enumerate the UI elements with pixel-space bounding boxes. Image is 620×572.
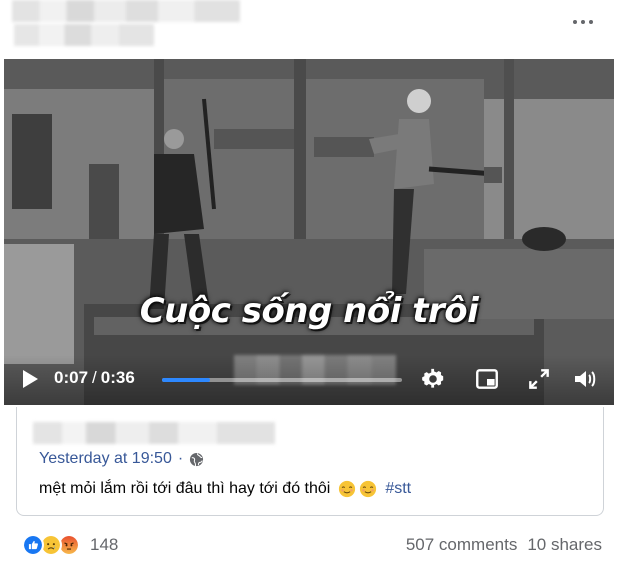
- video-overlay-title: Cuộc sống nổi trôi: [139, 291, 479, 331]
- relieved-emoji-icon: [360, 480, 377, 498]
- post-header: [0, 0, 620, 58]
- comments-link[interactable]: 507 comments: [406, 535, 518, 555]
- miniplayer-icon[interactable]: [474, 366, 500, 392]
- shared-post-body: mệt mỏi lắm rồi tới đâu thì hay tới đó t…: [39, 480, 411, 498]
- video-player[interactable]: Cuộc sống nổi trôi 0:07/0:36: [4, 59, 614, 405]
- video-time: 0:07/0:36: [54, 368, 135, 388]
- shared-post-text: mệt mỏi lắm rồi tới đâu thì hay tới đó t…: [39, 480, 331, 497]
- progress-fill: [162, 378, 210, 382]
- hashtag-link[interactable]: #stt: [385, 480, 411, 498]
- progress-bar[interactable]: [162, 378, 402, 382]
- duration: 0:36: [100, 368, 135, 387]
- video-frame: [4, 59, 614, 405]
- shared-post-card[interactable]: Yesterday at 19:50 · mệt mỏi lắm rồi tới…: [16, 407, 604, 516]
- shares-link[interactable]: 10 shares: [527, 535, 602, 555]
- gear-icon[interactable]: [420, 366, 446, 392]
- globe-icon: [190, 452, 204, 466]
- blurred-post-meta: [14, 24, 154, 46]
- blurred-shared-author: [33, 422, 275, 444]
- reactions-summary[interactable]: 148: [22, 533, 118, 557]
- post-footer: 148 507 comments 10 shares: [0, 528, 620, 562]
- shared-post-meta: Yesterday at 19:50 ·: [39, 450, 204, 468]
- engagement-stats: 507 comments 10 shares: [406, 535, 602, 555]
- time-separator: /: [92, 368, 97, 387]
- relieved-emoji-icon: [339, 480, 356, 498]
- video-controls: 0:07/0:36: [4, 355, 614, 405]
- meta-dot: ·: [177, 450, 184, 467]
- shared-post-timestamp[interactable]: Yesterday at 19:50: [39, 450, 172, 468]
- volume-icon[interactable]: [572, 366, 598, 392]
- blurred-author-name: [12, 0, 240, 22]
- play-icon[interactable]: [20, 368, 40, 390]
- like-reaction-icon: [22, 534, 44, 556]
- more-options-button[interactable]: [568, 12, 598, 32]
- reaction-count[interactable]: 148: [90, 535, 118, 555]
- fullscreen-icon[interactable]: [526, 366, 552, 392]
- current-time: 0:07: [54, 368, 89, 387]
- more-icon: [573, 20, 577, 24]
